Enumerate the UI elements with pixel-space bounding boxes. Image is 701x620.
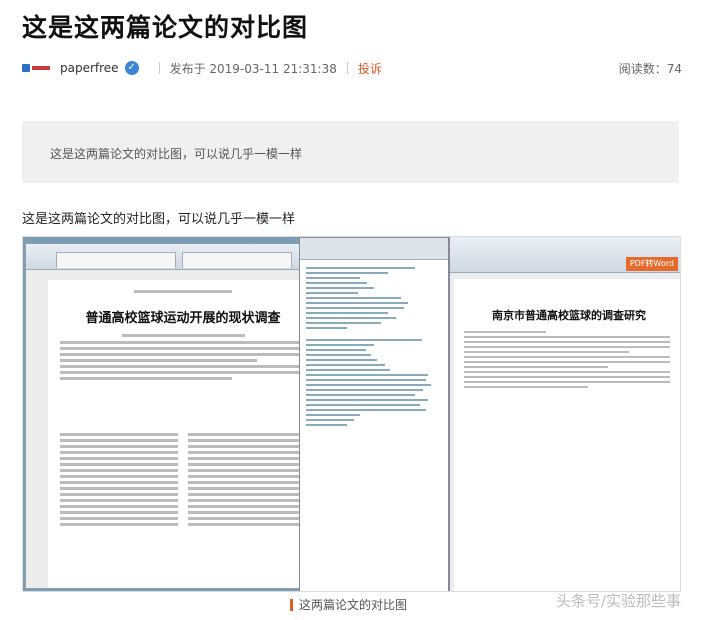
editor-text — [300, 260, 448, 433]
read-count: 阅读数：74 — [618, 61, 682, 76]
author-logo-icon[interactable] — [22, 62, 50, 74]
right-document-window: PDF转Word 南京市普通高校篮球的调查研究 — [449, 237, 680, 591]
text-editor-window — [299, 237, 449, 591]
browser-toolbar-right: PDF转Word — [450, 237, 680, 273]
left-document-window: 普通高校篮球运动开展的现状调查 — [25, 243, 323, 589]
report-link[interactable]: 投诉 — [358, 60, 382, 77]
figure-caption: 这两篇论文的对比图 — [290, 596, 407, 613]
pdf-to-word-button[interactable]: PDF转Word — [625, 257, 678, 271]
left-paper-page: 普通高校篮球运动开展的现状调查 — [48, 280, 318, 588]
caption-marker — [290, 598, 293, 611]
image-credit: 头条号/实验那些事 — [555, 592, 681, 610]
browser-toolbar — [26, 244, 322, 270]
divider — [158, 62, 160, 74]
browser-tab[interactable] — [56, 252, 176, 268]
verified-icon: ✓ — [124, 61, 139, 75]
publish-time: 发布于 2019-03-11 21:31:38 — [169, 61, 337, 76]
caption-text: 这两篇论文的对比图 — [299, 598, 408, 612]
divider — [346, 62, 348, 74]
summary-quote: 这是这两篇论文的对比图，可以说几乎一模一样 — [22, 121, 679, 183]
comparison-screenshot: 普通高校篮球运动开展的现状调查 PDF转Word 南京市普通高校篮球的调查研究 — [22, 236, 681, 592]
body-paragraph: 这是这两篇论文的对比图，可以说几乎一模一样 — [22, 212, 296, 227]
left-paper-title: 普通高校篮球运动开展的现状调查 — [85, 311, 281, 326]
right-paper-page: 南京市普通高校篮球的调查研究 — [454, 279, 680, 591]
right-paper-title: 南京市普通高校篮球的调查研究 — [492, 309, 646, 322]
editor-toolbar — [300, 238, 448, 260]
article-meta: paperfree ✓ 发布于 2019-03-11 21:31:38 投诉 阅… — [22, 58, 682, 78]
browser-tab[interactable] — [182, 252, 292, 268]
article-title: 这是这两篇论文的对比图 — [22, 13, 309, 42]
author-name[interactable]: paperfree — [60, 61, 119, 75]
